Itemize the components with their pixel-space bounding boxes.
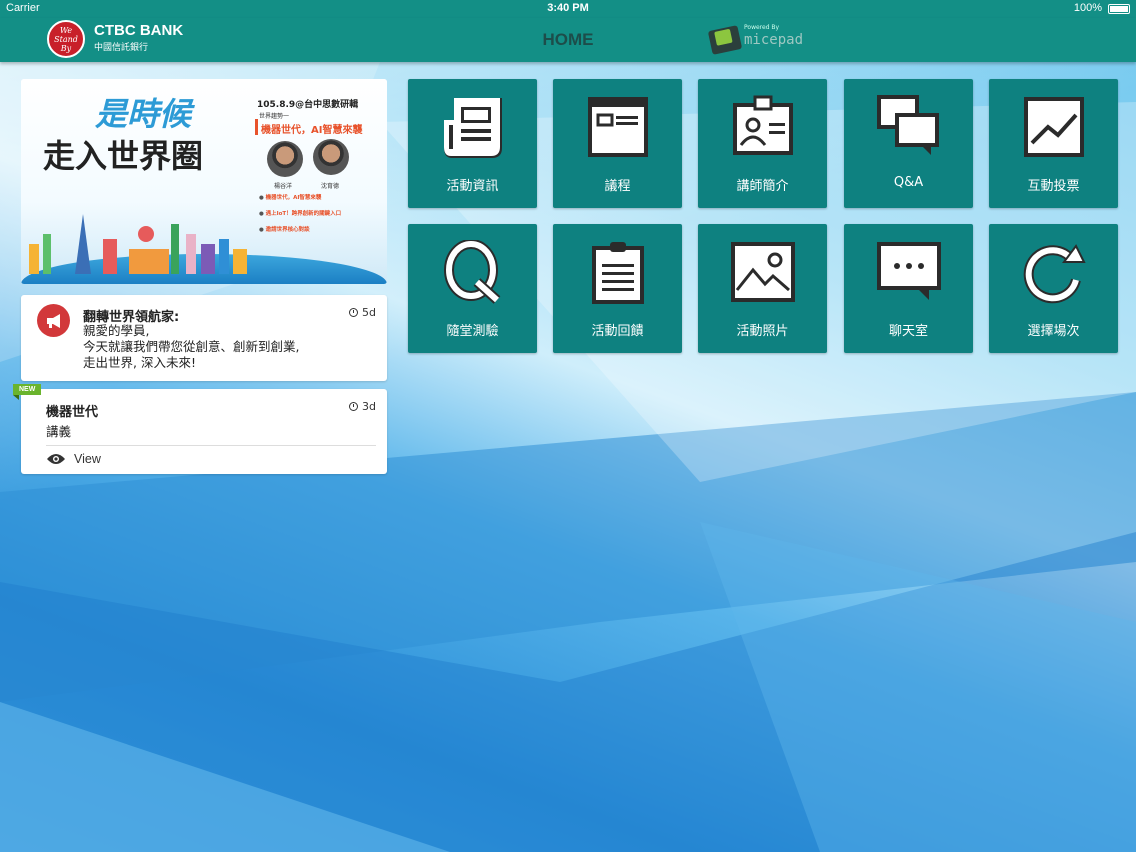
tile-label: 互動投票 [1027,179,1080,194]
banner-subtitle: 機器世代，AI智慧來襲 [261,125,363,136]
clock-label: 3:40 PM [547,2,589,14]
tile-photos[interactable]: 活動照片 [698,224,827,353]
id-card-icon [733,95,793,155]
clipboard-icon [592,242,644,304]
refresh-icon [1023,244,1086,304]
status-bar: Carrier 3:40 PM 100% [0,0,1136,18]
banner-bullet: ● 遇上IoT！跨界創新的關鍵入口 [259,211,342,217]
banner-subtitle-label: 世界趨勢一 [259,113,290,120]
document-card[interactable]: NEW 機器世代 講義 3d View [13,384,387,474]
tile-label: Q&A [893,175,924,190]
tile-label: 聊天室 [888,324,928,339]
announcement-body: 親愛的學員, 今天就讓我們帶您從創意、創新到創業, 走出世界, 深入未來! [83,323,300,370]
tile-agenda[interactable]: 議程 [553,79,682,208]
tile-feedback[interactable]: 活動回饋 [553,224,682,353]
chat-bubbles-icon [877,95,939,155]
tile-quiz[interactable]: 隨堂測驗 [408,224,537,353]
battery-icon [1108,4,1130,14]
battery-label: 100% [1073,2,1102,14]
tile-label: 活動資訊 [446,179,499,194]
divider [46,445,376,446]
document-timestamp: 3d [349,400,376,413]
banner-date: 105.8.9@台中思數研輯 [257,100,359,110]
micepad-icon [707,25,743,55]
announcement-card[interactable]: 翻轉世界領航家: 親愛的學員, 今天就讓我們帶您從創意、創新到創業, 走出世界,… [21,295,387,381]
clock-icon [349,308,359,317]
document-subtitle: 講義 [46,424,72,439]
banner-headline-bottom: 走入世界圈 [43,137,204,175]
speaker2-name: 沈育德 [321,183,340,190]
view-link[interactable]: View [74,452,101,466]
clock-icon [349,402,359,411]
banner-headline-top: 是時候 [95,95,192,133]
tile-select-session[interactable]: 選擇場次 [989,224,1118,353]
tile-label: 講師簡介 [736,179,789,194]
banner-bullet: ● 邀請世界核心對談 [259,227,310,233]
announcement-timestamp: 5d [349,306,376,319]
tile-label: 議程 [604,179,631,194]
speaker2-photo [313,139,349,175]
document-title: 機器世代 [46,405,99,420]
speaker1-photo [267,141,303,177]
speaker1-name: 楊谷洋 [274,183,293,190]
tile-chatroom[interactable]: 聊天室 [844,224,973,353]
picture-icon [731,242,795,302]
tile-event-info[interactable]: 活動資訊 [408,79,537,208]
line-chart-icon [1024,97,1084,157]
message-dots-icon [877,242,941,300]
banner-bullet: ● 機器世代，AI智慧來襲 [259,195,322,201]
newspaper-icon [444,98,502,158]
megaphone-icon [37,304,70,337]
page-title: HOME [542,30,594,49]
tile-qa[interactable]: Q&A [844,79,973,208]
new-badge: NEW [13,384,42,400]
agenda-icon [588,97,648,157]
tile-label: 活動照片 [736,324,789,339]
tile-label: 隨堂測驗 [446,324,499,339]
tile-voting[interactable]: 互動投票 [989,79,1118,208]
app-header: We Stand By CTBC BANK 中國信託銀行 HOME Powere… [0,18,1136,62]
event-banner[interactable]: 是時候 走入世界圈 105.8.9@台中思數研輯 世界趨勢一 機器世代，AI智慧… [21,79,387,284]
tile-label: 選擇場次 [1027,324,1080,339]
tile-label: 活動回饋 [591,324,644,339]
eye-icon[interactable] [46,453,66,465]
q-letter-icon [444,240,501,304]
landmark-skyline-illustration [29,214,247,274]
micepad-logo: Powered By micepad [707,22,810,56]
tile-speakers[interactable]: 講師簡介 [698,79,827,208]
